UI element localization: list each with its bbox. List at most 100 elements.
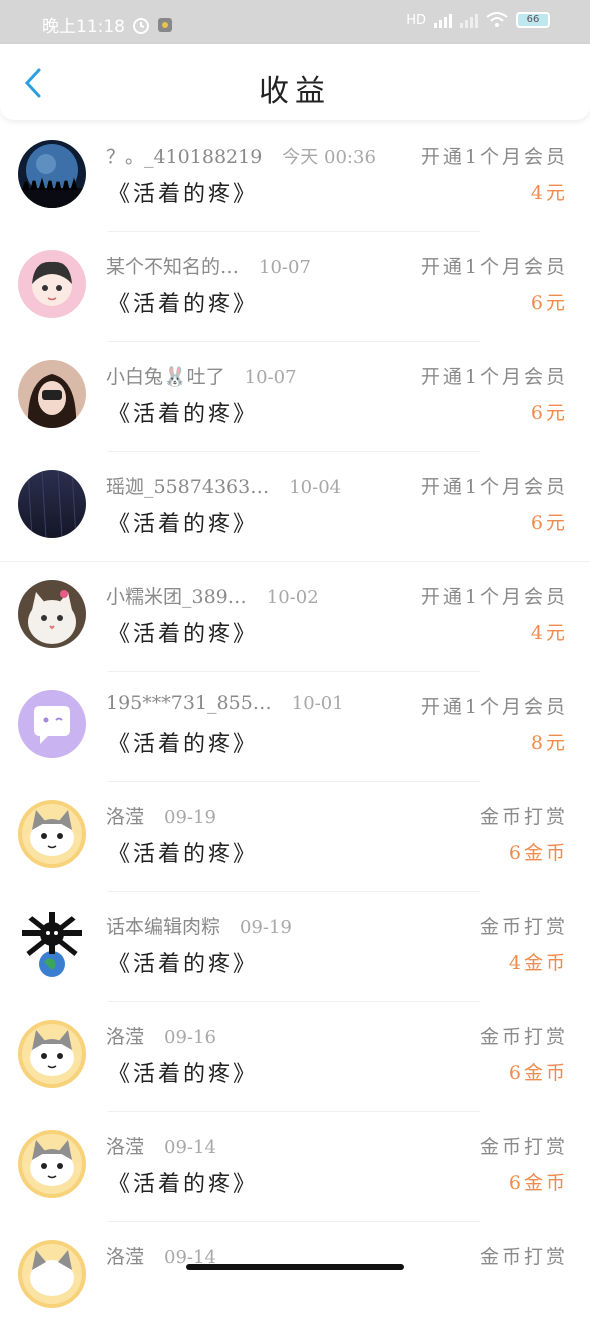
user-name[interactable]: ？。_410188219: [106, 146, 262, 168]
status-left: 晚上11:18: [42, 12, 173, 37]
user-name[interactable]: 洛滢: [106, 1136, 144, 1158]
entry-date: 09-14: [164, 1137, 216, 1158]
user-name[interactable]: 洛滢: [106, 1246, 144, 1268]
user-name[interactable]: 某个不知名的…: [106, 256, 239, 278]
book-title: 《活着的疼》: [108, 402, 259, 427]
book-title: 《活着的疼》: [108, 1172, 259, 1197]
entry-type: 金币打赏: [479, 806, 568, 828]
status-time: 晚上11:18: [42, 17, 125, 37]
avatar: [18, 1240, 86, 1308]
entry-type: 金币打赏: [479, 1026, 568, 1048]
wifi-icon: [486, 12, 508, 27]
entry-type: 开通1个月会员: [420, 366, 568, 388]
earnings-row[interactable]: 瑶迦_55874363… 10-04 开通1个月会员 《活着的疼》 6元: [0, 452, 590, 562]
entry-date: 今天 00:36: [282, 147, 376, 168]
entry-type: 开通1个月会员: [420, 696, 568, 718]
entry-amount: 8元: [530, 732, 568, 754]
entry-type: 开通1个月会员: [420, 256, 568, 278]
book-title: 《活着的疼》: [108, 1062, 259, 1087]
earnings-row[interactable]: 洛滢 09-14 金币打赏 《活着的疼》 6金币: [0, 1112, 590, 1222]
earnings-row[interactable]: 洛滢 09-19 金币打赏 《活着的疼》 6金币: [0, 782, 590, 892]
entry-amount: 6元: [530, 402, 568, 424]
user-name[interactable]: 195***731_855…: [106, 692, 272, 714]
signal-icon: [434, 12, 452, 28]
battery-icon: 66: [516, 12, 550, 28]
avatar: [18, 1020, 86, 1088]
avatar: [18, 470, 86, 538]
entry-date: 09-19: [164, 807, 216, 828]
page-title: 收益: [259, 74, 331, 109]
entry-type: 开通1个月会员: [420, 586, 568, 608]
earnings-row[interactable]: 洛滢 09-16 金币打赏 《活着的疼》 6金币: [0, 1002, 590, 1112]
avatar: [18, 250, 86, 318]
entry-type: 开通1个月会员: [420, 146, 568, 168]
app-notification-icon: [158, 17, 172, 32]
entry-amount: 6元: [530, 512, 568, 534]
user-name[interactable]: 瑶迦_55874363…: [106, 476, 269, 498]
entry-date: 10-01: [291, 693, 344, 714]
user-name[interactable]: 小白兔🐰吐了: [106, 366, 225, 388]
entry-amount: 6金币: [508, 1172, 568, 1194]
header: 收益: [0, 44, 590, 120]
entry-type: 开通1个月会员: [420, 476, 568, 498]
entry-amount: 6元: [530, 292, 568, 314]
entry-date: 10-07: [259, 257, 311, 278]
user-info: 瑶迦_55874363… 10-04: [106, 472, 341, 499]
user-name[interactable]: 话本编辑肉粽: [106, 916, 220, 938]
network-label: HD: [406, 12, 426, 28]
entry-amount: 6金币: [508, 1062, 568, 1084]
user-info: ？。_410188219 今天 00:36: [106, 142, 376, 169]
avatar: [18, 690, 86, 758]
alarm-icon: [133, 17, 149, 34]
signal-2-icon: [460, 12, 478, 28]
battery-level: 66: [526, 14, 540, 25]
book-title: 《活着的疼》: [108, 182, 259, 207]
user-info: 小糯米团_389… 10-02: [106, 582, 319, 609]
entry-date: 10-02: [266, 587, 319, 608]
earnings-row[interactable]: 话本编辑肉粽 09-19 金币打赏 《活着的疼》 4金币: [0, 892, 590, 1002]
entry-type: 金币打赏: [479, 916, 568, 938]
book-title: 《活着的疼》: [108, 622, 259, 647]
avatar: [18, 1130, 86, 1198]
entry-date: 09-19: [240, 917, 292, 938]
entry-date: 10-07: [244, 367, 297, 388]
book-title: 《活着的疼》: [108, 732, 259, 757]
status-right: HD 66: [406, 12, 550, 28]
book-title: 《活着的疼》: [108, 842, 259, 867]
earnings-list: ？。_410188219 今天 00:36 开通1个月会员 《活着的疼》 4元 某…: [0, 122, 590, 1332]
user-name[interactable]: 洛滢: [106, 806, 144, 828]
entry-amount: 4金币: [508, 952, 568, 974]
entry-date: 10-04: [289, 477, 342, 498]
earnings-row[interactable]: 195***731_855… 10-01 开通1个月会员 《活着的疼》 8元: [0, 672, 590, 782]
user-info: 洛滢 09-19: [106, 802, 216, 829]
book-title: 《活着的疼》: [108, 292, 259, 317]
avatar: [18, 910, 86, 978]
home-indicator[interactable]: [186, 1264, 404, 1270]
user-info: 195***731_855… 10-01: [106, 692, 344, 714]
user-name[interactable]: 小糯米团_389…: [106, 586, 247, 608]
status-bar: 晚上11:18 HD 66: [0, 0, 590, 44]
earnings-row[interactable]: ？。_410188219 今天 00:36 开通1个月会员 《活着的疼》 4元: [0, 122, 590, 232]
entry-type: 金币打赏: [479, 1246, 568, 1268]
user-info: 某个不知名的… 10-07: [106, 252, 311, 279]
book-title: 《活着的疼》: [108, 512, 259, 537]
avatar: [18, 580, 86, 648]
avatar: [18, 360, 86, 428]
user-info: 小白兔🐰吐了 10-07: [106, 362, 297, 389]
user-info: 洛滢 09-14: [106, 1132, 216, 1159]
user-info: 话本编辑肉粽 09-19: [106, 912, 292, 939]
earnings-row[interactable]: 小白兔🐰吐了 10-07 开通1个月会员 《活着的疼》 6元: [0, 342, 590, 452]
entry-amount: 4元: [530, 182, 568, 204]
avatar: [18, 800, 86, 868]
earnings-row[interactable]: 洛滢 09-14 金币打赏: [0, 1222, 590, 1332]
avatar: [18, 140, 86, 208]
entry-amount: 6金币: [508, 842, 568, 864]
user-name[interactable]: 洛滢: [106, 1026, 144, 1048]
entry-type: 金币打赏: [479, 1136, 568, 1158]
entry-date: 09-16: [164, 1027, 216, 1048]
entry-amount: 4元: [530, 622, 568, 644]
earnings-row[interactable]: 小糯米团_389… 10-02 开通1个月会员 《活着的疼》 4元: [0, 562, 590, 672]
earnings-row[interactable]: 某个不知名的… 10-07 开通1个月会员 《活着的疼》 6元: [0, 232, 590, 342]
book-title: 《活着的疼》: [108, 952, 259, 977]
user-info: 洛滢 09-16: [106, 1022, 216, 1049]
